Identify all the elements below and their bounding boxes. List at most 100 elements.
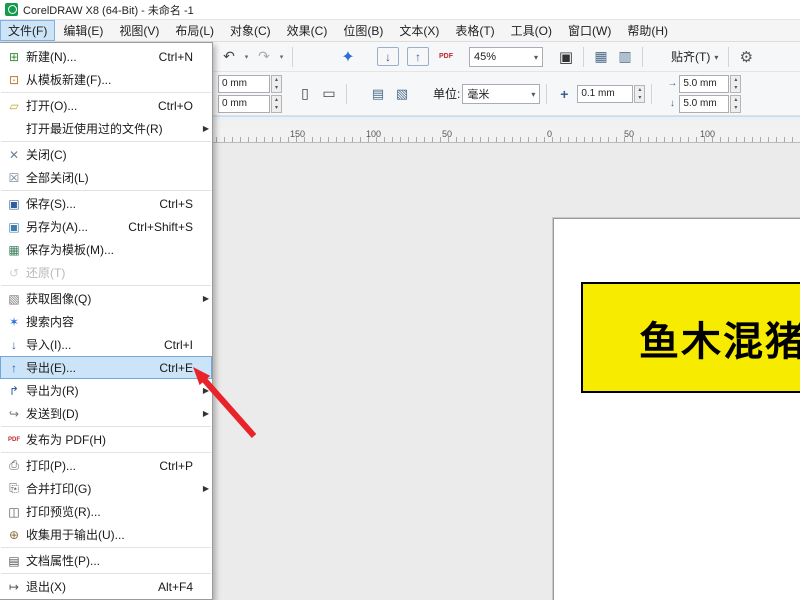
file-menu-item-merge-print[interactable]: ⎘合并打印(G)▶ (0, 477, 212, 500)
duplicate-y-stepper[interactable] (730, 95, 741, 113)
file-menu-item-save[interactable]: ▣保存(S)...Ctrl+S (0, 192, 212, 215)
collect-output-icon: ⊕ (2, 528, 26, 542)
toolbar-separator (583, 47, 584, 67)
menubar-item-table[interactable]: 表格(T) (447, 20, 502, 41)
file-menu-item-export-as[interactable]: ↱导出为(R)▶ (0, 379, 212, 402)
redo-dropdown-arrow-icon[interactable]: ▾ (277, 53, 286, 61)
file-menu-item-label: 导入(I)... (26, 336, 164, 353)
ruler-label: 50 (442, 129, 452, 139)
search-content-icon[interactable] (337, 46, 359, 68)
toolbar-separator (546, 84, 547, 104)
zoom-level-combo[interactable]: 45% (469, 47, 543, 67)
import-icon[interactable] (377, 47, 399, 66)
file-menu-item-revert: ↺还原(T) (0, 261, 212, 284)
show-grid-icon[interactable] (614, 46, 636, 68)
yellow-rectangle-shape[interactable]: 鱼木混猪 (581, 282, 800, 393)
export-as-icon: ↱ (2, 384, 26, 398)
file-menu-item-publish-pdf[interactable]: PDF发布为 PDF(H) (0, 428, 212, 451)
fullscreen-preview-icon[interactable] (555, 46, 577, 68)
current-page-icon[interactable] (391, 83, 413, 105)
menu-separator (1, 92, 211, 93)
file-menu-item-close[interactable]: ✕关闭(C) (0, 143, 212, 166)
file-menu-item-print-preview[interactable]: ◫打印预览(R)... (0, 500, 212, 523)
file-menu-item-open-recent[interactable]: 打开最近使用过的文件(R)▶ (0, 117, 212, 140)
menubar-item-help[interactable]: 帮助(H) (619, 20, 676, 41)
redo-icon[interactable] (253, 46, 275, 68)
publish-pdf-icon: PDF (2, 437, 26, 443)
submenu-arrow-icon: ▶ (199, 409, 209, 418)
file-menu-item-collect-for-output[interactable]: ⊕收集用于输出(U)... (0, 523, 212, 546)
publish-pdf-icon[interactable] (435, 46, 457, 68)
file-menu-item-search-content[interactable]: ✶搜索内容 (0, 310, 212, 333)
snap-to-dropdown[interactable]: 贴齐(T) (667, 47, 722, 67)
file-menu-item-shortcut: Ctrl+O (158, 99, 199, 113)
file-menu-item-acquire-image[interactable]: ▧获取图像(Q)▶ (0, 287, 212, 310)
units-value: 毫米 (467, 86, 489, 102)
page-width-stepper[interactable] (271, 75, 282, 93)
toolbar-separator (292, 47, 293, 67)
menubar-item-layout[interactable]: 布局(L) (167, 20, 222, 41)
menu-separator (1, 190, 211, 191)
nudge-distance-field[interactable]: 0.1 mm (577, 85, 633, 103)
menubar-item-object[interactable]: 对象(C) (222, 20, 279, 41)
file-menu-item-exit[interactable]: ↦退出(X)Alt+F4 (0, 575, 212, 598)
portrait-orientation-icon[interactable] (294, 83, 316, 105)
file-menu-item-close-all[interactable]: ☒全部关闭(L) (0, 166, 212, 189)
file-menu-item-import[interactable]: ↓导入(I)...Ctrl+I (0, 333, 212, 356)
duplicate-x-field[interactable]: 5.0 mm (679, 75, 729, 93)
export-icon[interactable] (407, 47, 429, 66)
file-menu-item-label: 文档属性(P)... (26, 552, 193, 569)
coreldraw-window: CorelDRAW X8 (64-Bit) - 未命名 -1 文件(F)编辑(E… (0, 0, 800, 600)
close-all-icon: ☒ (2, 171, 26, 185)
file-menu-item-new[interactable]: ⊞新建(N)...Ctrl+N (0, 45, 212, 68)
menubar-item-bitmaps[interactable]: 位图(B) (335, 20, 391, 41)
page-width-field[interactable]: 0 mm (218, 75, 270, 93)
menubar-item-window[interactable]: 窗口(W) (560, 20, 619, 41)
snap-dropdown-arrow-icon (714, 51, 718, 63)
all-pages-icon[interactable] (367, 83, 389, 105)
file-menu-item-label: 打印预览(R)... (26, 503, 193, 520)
page-height-stepper[interactable] (271, 95, 282, 113)
menu-separator (1, 547, 211, 548)
send-to-icon: ↪ (2, 407, 26, 421)
file-menu-item-document-properties[interactable]: ▤文档属性(P)... (0, 549, 212, 572)
file-menu-item-send-to[interactable]: ↪发送到(D)▶ (0, 402, 212, 425)
file-menu-item-shortcut: Ctrl+N (159, 50, 199, 64)
submenu-arrow-icon: ▶ (199, 484, 209, 493)
file-menu-item-open[interactable]: ▱打开(O)...Ctrl+O (0, 94, 212, 117)
menubar-item-view[interactable]: 视图(V) (111, 20, 167, 41)
file-menu-item-new-from-template[interactable]: ⊡从模板新建(F)... (0, 68, 212, 91)
menubar-item-file[interactable]: 文件(F) (0, 20, 55, 41)
options-gear-icon[interactable] (735, 46, 757, 68)
units-combo[interactable]: 毫米 (462, 84, 540, 104)
file-menu-item-save-as[interactable]: ▣另存为(A)...Ctrl+Shift+S (0, 215, 212, 238)
file-menu-item-print[interactable]: ⎙打印(P)...Ctrl+P (0, 454, 212, 477)
undo-icon[interactable] (218, 46, 240, 68)
duplicate-x-stepper[interactable] (730, 75, 741, 93)
coreldraw-logo-icon (5, 3, 18, 16)
save-as-template-icon: ▦ (2, 243, 26, 257)
file-menu-item-save-as-template[interactable]: ▦保存为模板(M)... (0, 238, 212, 261)
standard-toolbar-content: ▾ ▾ 45% 贴齐(T) (218, 42, 800, 71)
page-height-field[interactable]: 0 mm (218, 95, 270, 113)
landscape-orientation-icon[interactable] (318, 83, 340, 105)
file-menu-item-shortcut: Ctrl+I (164, 338, 199, 352)
menubar-item-tools[interactable]: 工具(O) (503, 20, 560, 41)
file-menu-item-export[interactable]: ↑导出(E)...Ctrl+E (0, 356, 212, 379)
zoom-dropdown-arrow-icon (534, 51, 538, 63)
merge-print-icon: ⎘ (2, 481, 26, 496)
search-content-icon: ✶ (2, 315, 26, 329)
menubar-item-edit[interactable]: 编辑(E) (55, 20, 111, 41)
ruler-label: 0 (547, 129, 552, 139)
file-menu-dropdown: ⊞新建(N)...Ctrl+N⊡从模板新建(F)... ▱打开(O)...Ctrl… (0, 42, 213, 600)
nudge-distance-stepper[interactable] (634, 85, 645, 103)
close-document-icon: ✕ (2, 148, 26, 162)
menubar-item-text[interactable]: 文本(X) (391, 20, 447, 41)
title-bar: CorelDRAW X8 (64-Bit) - 未命名 -1 (0, 0, 800, 20)
file-menu-item-label: 打印(P)... (26, 457, 159, 474)
duplicate-y-field[interactable]: 5.0 mm (679, 95, 729, 113)
file-menu-item-shortcut: Ctrl+Shift+S (128, 220, 199, 234)
menubar-item-effects[interactable]: 效果(C) (279, 20, 336, 41)
show-rulers-icon[interactable] (590, 46, 612, 68)
undo-dropdown-arrow-icon[interactable]: ▾ (242, 53, 251, 61)
